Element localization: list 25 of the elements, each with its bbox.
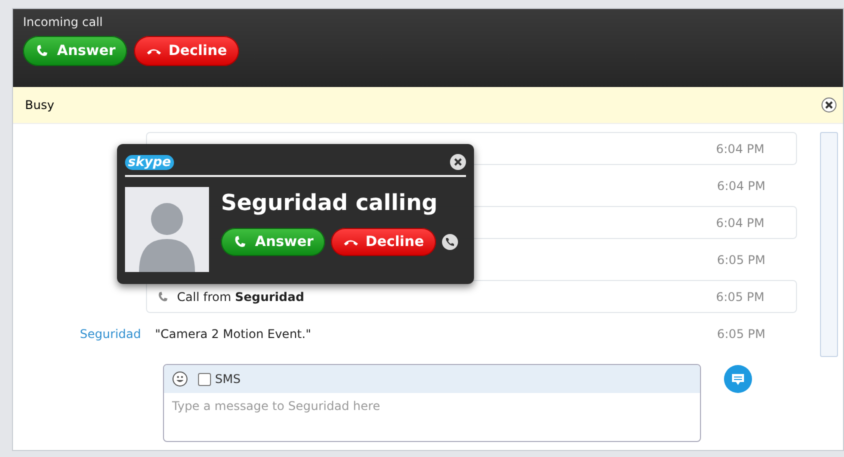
answer-button[interactable]: Answer xyxy=(23,36,128,66)
message-time: 6:05 PM xyxy=(717,252,766,266)
logo: skype xyxy=(125,154,174,170)
message-time: 6:04 PM xyxy=(716,216,766,230)
message-composer[interactable]: SMS Type a message to Seguridad here xyxy=(163,364,701,442)
answer-button[interactable]: Answer xyxy=(221,228,326,256)
sender-name[interactable]: Seguridad xyxy=(13,326,155,340)
scrollbar[interactable] xyxy=(820,132,838,357)
message-text: Call from Seguridad xyxy=(177,290,304,304)
chat-bubble-icon[interactable] xyxy=(723,364,753,394)
message-time: 6:04 PM xyxy=(716,142,766,156)
status-text: Busy xyxy=(25,98,54,112)
close-icon[interactable] xyxy=(821,97,837,113)
caller-title: Seguridad calling xyxy=(221,191,438,216)
sms-checkbox[interactable]: SMS xyxy=(198,372,241,386)
incoming-call-title: Incoming call xyxy=(23,15,104,29)
message-text: "Camera 2 Motion Event." xyxy=(155,326,312,340)
decline-button[interactable]: Decline xyxy=(331,228,436,256)
message-time: 6:05 PM xyxy=(717,326,766,340)
phone-icon xyxy=(157,290,169,302)
close-icon[interactable] xyxy=(450,154,466,170)
message-time: 6:04 PM xyxy=(717,178,766,192)
smiley-icon[interactable] xyxy=(172,371,188,387)
message-time: 6:05 PM xyxy=(716,290,766,304)
decline-button[interactable]: Decline xyxy=(134,36,239,66)
